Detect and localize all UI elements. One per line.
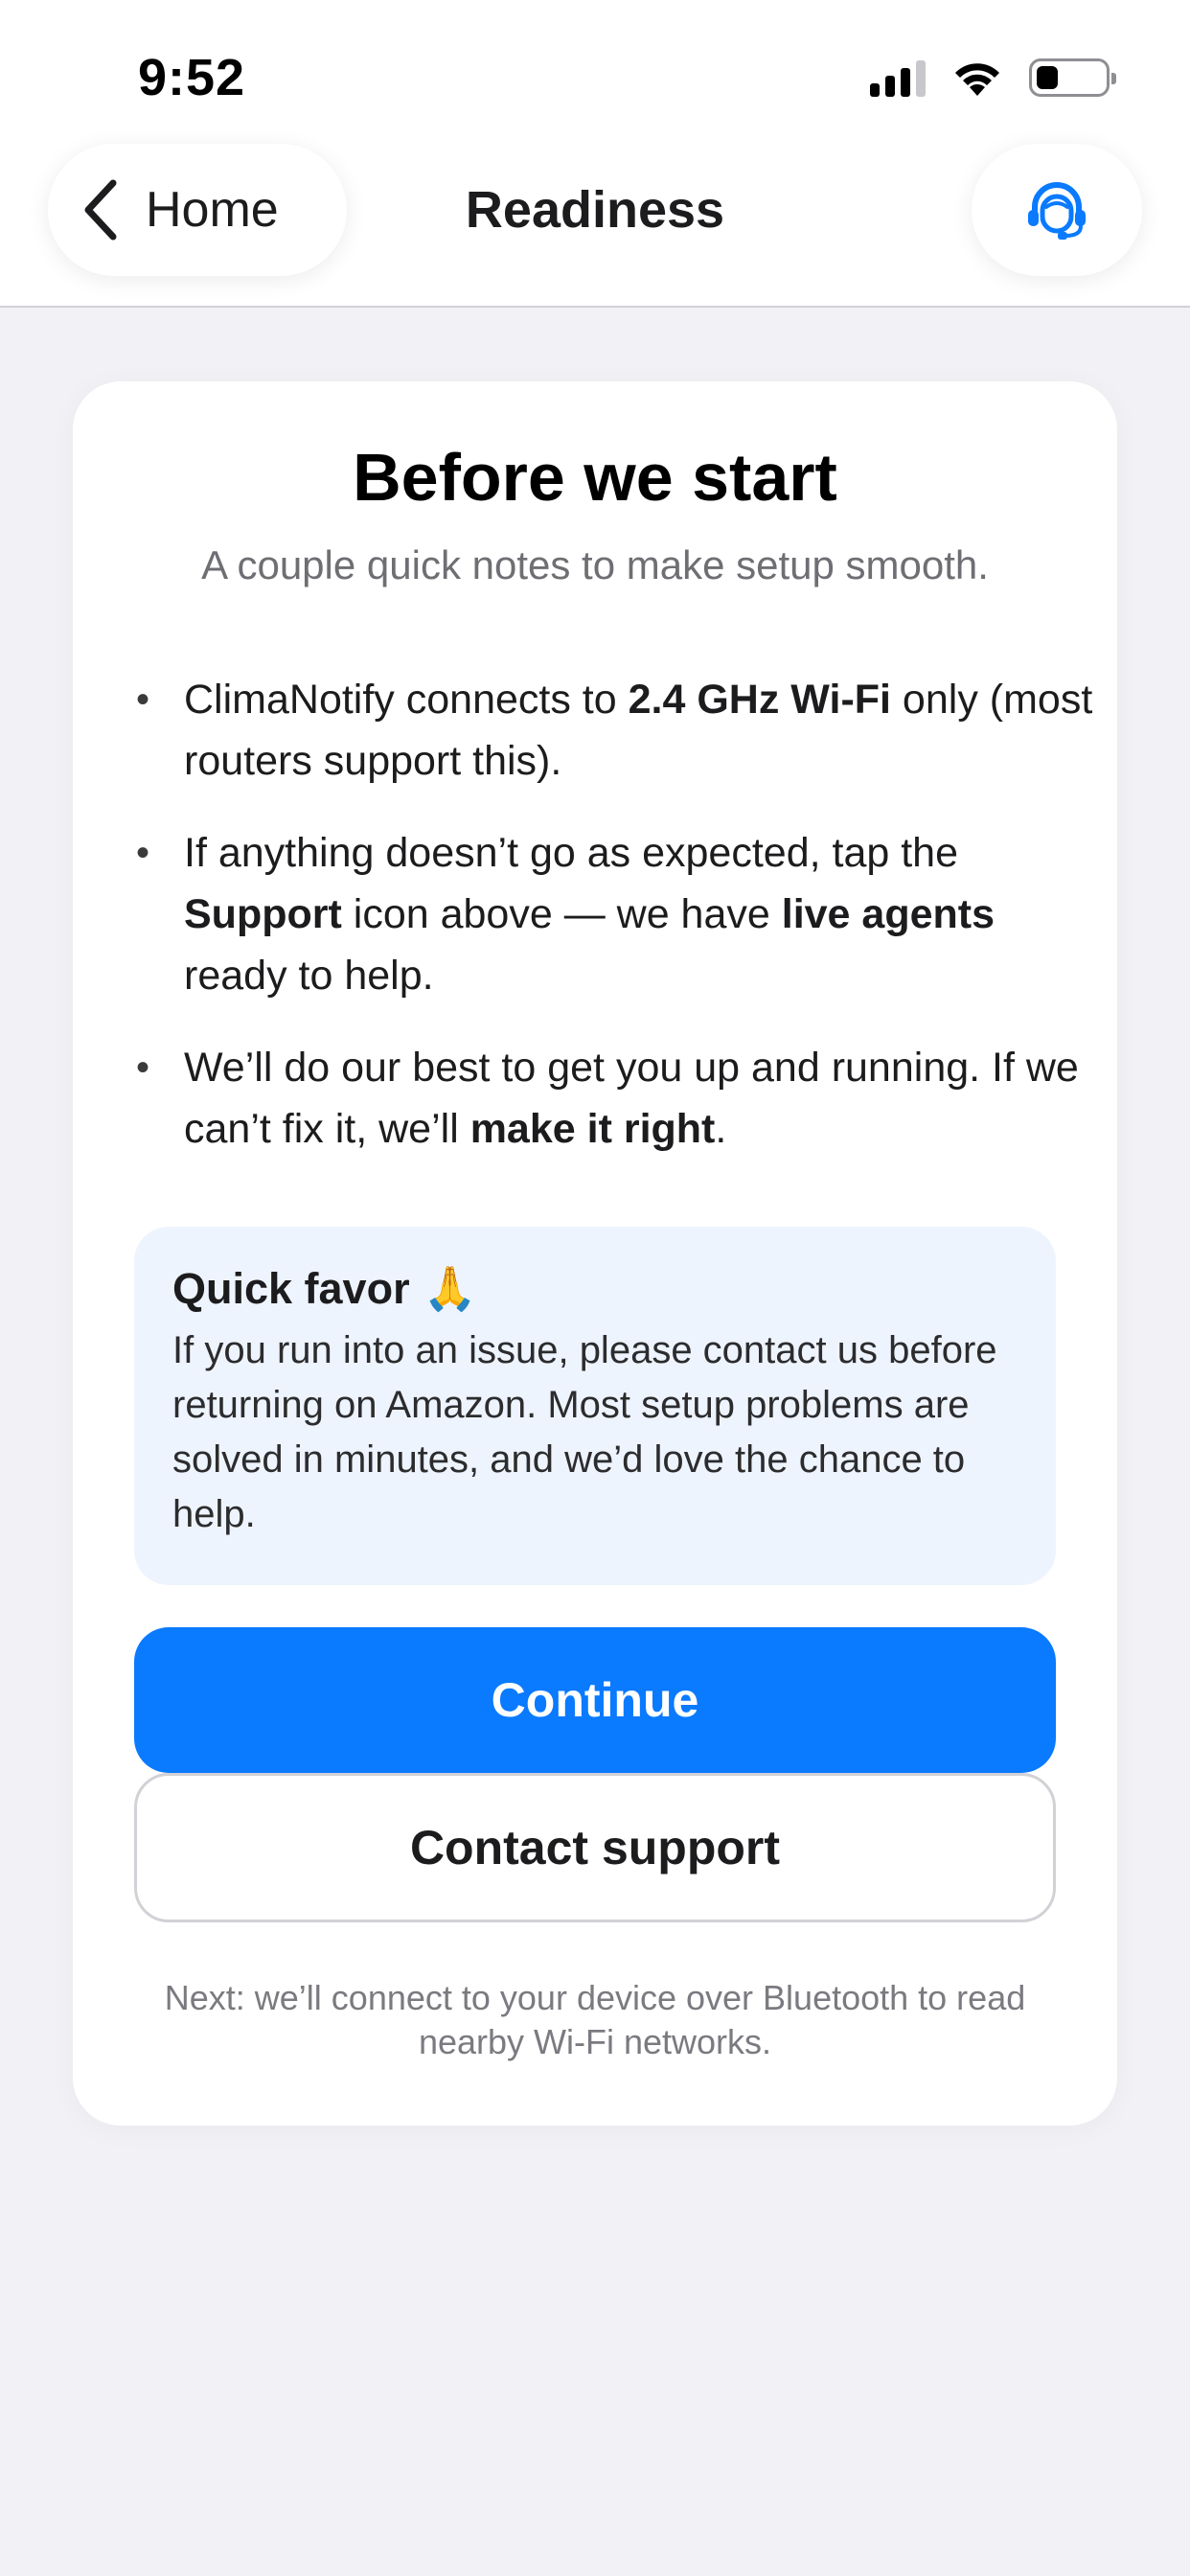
wifi-icon <box>955 63 999 96</box>
note-bold: 2.4 GHz Wi-Fi <box>628 677 891 723</box>
note-text: ready to help. <box>184 953 434 999</box>
note-bold: live agents <box>781 891 995 937</box>
quick-favor-title: Quick favor 🙏 <box>172 1263 1019 1314</box>
note-text: icon above — we have <box>341 891 782 937</box>
support-button[interactable] <box>972 144 1142 276</box>
list-item: We’ll do our best to get you up and runn… <box>136 1037 1094 1160</box>
notes-list: ClimaNotify connects to 2.4 GHz Wi-Fi on… <box>136 669 1094 1190</box>
quick-favor-title-text: Quick favor <box>172 1263 410 1313</box>
quick-favor-box: Quick favor 🙏 If you run into an issue, … <box>134 1227 1056 1585</box>
status-bar: 9:52 <box>0 0 1190 144</box>
note-text: ClimaNotify connects to <box>184 677 629 723</box>
headset-agent-icon <box>1028 182 1086 240</box>
note-text: . <box>715 1106 727 1152</box>
continue-button[interactable]: Continue <box>134 1627 1056 1773</box>
nav-bar: Home Readiness <box>0 144 1190 308</box>
battery-icon <box>1029 58 1116 97</box>
praying-hands-icon: 🙏 <box>423 1264 477 1313</box>
next-step-note: Next: we’ll connect to your device over … <box>164 1978 1026 2061</box>
status-icons <box>870 58 1116 98</box>
quick-favor-text: If you run into an issue, please contact… <box>172 1329 997 1535</box>
note-bold: Support <box>184 891 342 937</box>
status-time: 9:52 <box>138 49 246 106</box>
note-text: If anything doesn’t go as expected, tap … <box>184 830 959 876</box>
readiness-card: Before we start A couple quick notes to … <box>73 381 1117 2126</box>
note-bold: make it right <box>469 1106 716 1152</box>
card-title: Before we start <box>353 440 837 515</box>
cellular-signal-icon <box>870 58 926 97</box>
list-item: ClimaNotify connects to 2.4 GHz Wi-Fi on… <box>136 669 1094 792</box>
list-item: If anything doesn’t go as expected, tap … <box>136 822 1094 1006</box>
contact-support-button[interactable]: Contact support <box>134 1773 1056 1922</box>
card-subtitle: A couple quick notes to make setup smoot… <box>201 542 989 587</box>
